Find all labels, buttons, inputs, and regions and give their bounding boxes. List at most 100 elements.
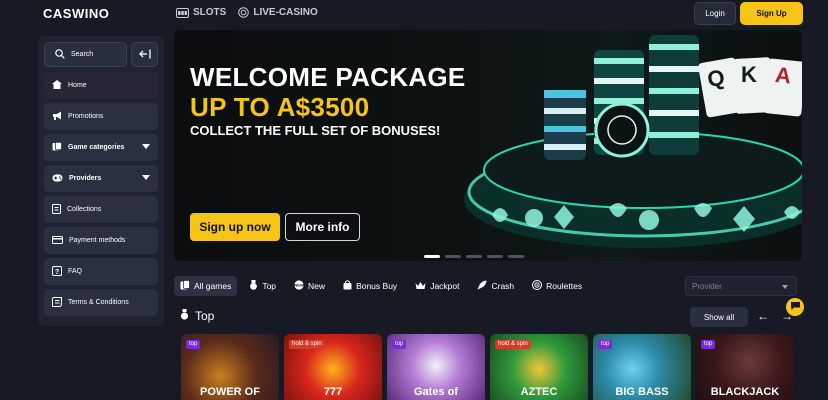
game-card[interactable]: hold & spin 777 [284, 334, 382, 400]
collapse-icon [138, 46, 151, 64]
carousel-dot[interactable] [424, 255, 440, 258]
top-games-row: top POWER OF hold & spin 777 top Gates o… [181, 334, 794, 400]
sidebar-item-label: Providers [69, 175, 102, 182]
top-badge: top [392, 340, 407, 349]
signup-button[interactable]: Sign Up [740, 2, 803, 25]
tab-all-games[interactable]: All games [174, 276, 238, 296]
show-all-button[interactable]: Show all [690, 307, 748, 327]
category-tabs: All games Top NEW New Bonus Buy Jackpot … [174, 276, 588, 296]
sidebar-item-providers[interactable]: Providers [44, 165, 158, 192]
banner-more-info-button[interactable]: More info [285, 213, 360, 241]
tab-label: Jackpot [430, 281, 460, 291]
bag-icon [343, 280, 352, 292]
tab-label: New [308, 281, 326, 291]
new-icon: NEW [294, 280, 304, 292]
site-logo[interactable]: CASWINO [43, 6, 109, 21]
top-badge: top [701, 340, 716, 349]
chevron-down-icon[interactable] [142, 144, 150, 149]
sidebar-item-label: Payment methods [69, 237, 126, 244]
prev-arrow-button[interactable]: ← [757, 309, 769, 323]
home-icon [52, 80, 62, 91]
sidebar-item-label: Collections [67, 206, 102, 213]
chevron-down-icon [782, 285, 788, 289]
medal-icon [180, 309, 189, 323]
sidebar-item-label: FAQ [68, 268, 83, 275]
gamepad-icon [52, 174, 63, 184]
sidebar-menu: Home Promotions Game categories Provider… [44, 72, 158, 320]
tab-label: All games [194, 281, 232, 291]
top-badge: top [186, 340, 201, 349]
nav-slots[interactable]: SLOTS [176, 7, 226, 18]
game-card[interactable]: top Gates of [387, 334, 485, 400]
carousel-dot[interactable] [508, 255, 524, 258]
sidebar-item-faq[interactable]: ? FAQ [44, 258, 158, 285]
question-icon: ? [52, 265, 62, 278]
all-games-icon [180, 280, 190, 292]
game-title: BIG BASS [615, 386, 669, 398]
sidebar-item-game-categories[interactable]: Game categories [44, 134, 158, 161]
carousel-dot[interactable] [445, 255, 461, 258]
tab-bonus-buy[interactable]: Bonus Buy [337, 276, 403, 296]
tab-new[interactable]: NEW New [288, 276, 331, 296]
nav-live-casino[interactable]: LIVE-CASINO [238, 7, 318, 18]
banner-amount: UP TO A$3500 [190, 92, 370, 122]
banner-headline: WELCOME PACKAGE [190, 62, 466, 92]
game-card[interactable]: top BLACKJACK [696, 334, 794, 400]
tab-label: Crash [491, 281, 515, 291]
tab-label: Bonus Buy [356, 281, 398, 291]
top-header: CASWINO SLOTS LIVE-CASINO Login Sign Up [0, 0, 828, 28]
sidebar-item-payment-methods[interactable]: Payment methods [44, 227, 158, 254]
carousel-dot[interactable] [466, 255, 482, 258]
svg-text:?: ? [55, 268, 59, 275]
terms-icon [52, 296, 62, 309]
nav-slots-label: SLOTS [193, 7, 227, 18]
login-button[interactable]: Login [694, 2, 736, 25]
sidebar-item-terms[interactable]: Terms & Conditions [44, 289, 158, 316]
section-title: Top [195, 309, 215, 323]
provider-select[interactable]: Provider [685, 276, 797, 296]
banner-subtitle: COLLECT THE FULL SET OF BONUSES! [190, 123, 441, 138]
sidebar-item-home[interactable]: Home [44, 72, 158, 99]
carousel-dot[interactable] [487, 255, 503, 258]
sidebar-item-collections[interactable]: Collections [44, 196, 158, 223]
sidebar-search[interactable]: Search [44, 42, 127, 67]
search-label: Search [71, 51, 94, 58]
game-title: AZTEC [520, 386, 558, 398]
megaphone-icon [52, 111, 62, 122]
tab-label: Top [262, 281, 277, 291]
sidebar: Search Home Promotions Game categories P… [38, 36, 164, 326]
game-card[interactable]: top BIG BASS [593, 334, 691, 400]
next-arrow-button[interactable]: → [781, 309, 793, 323]
banner-signup-button[interactable]: Sign up now [190, 213, 280, 241]
svg-text:K: K [741, 62, 757, 87]
sidebar-item-label: Game categories [68, 144, 125, 151]
document-icon [52, 203, 61, 216]
game-card[interactable]: top POWER OF [181, 334, 279, 400]
tab-top[interactable]: Top [243, 276, 282, 296]
tab-roulettes[interactable]: Roulettes [526, 276, 588, 296]
hold-spin-badge: hold & spin [495, 340, 531, 349]
game-title: Gates of [413, 386, 458, 398]
game-title: 777 [323, 386, 343, 398]
tab-crash[interactable]: Crash [471, 276, 520, 296]
crown-icon [415, 281, 426, 292]
provider-placeholder: Provider [692, 281, 722, 291]
sidebar-item-label: Promotions [68, 113, 104, 120]
tab-label: Roulettes [546, 281, 583, 291]
tab-jackpot[interactable]: Jackpot [409, 276, 465, 296]
chevron-down-icon[interactable] [142, 175, 150, 180]
search-icon [55, 48, 65, 61]
nav-live-casino-label: LIVE-CASINO [253, 7, 318, 18]
sidebar-item-label: Home [68, 82, 87, 89]
rocket-icon [477, 280, 487, 292]
collapse-sidebar-button[interactable] [131, 42, 158, 67]
sidebar-item-label: Terms & Conditions [68, 299, 129, 306]
game-title: POWER OF [200, 386, 260, 398]
hold-spin-badge: hold & spin [289, 340, 325, 349]
sidebar-item-promotions[interactable]: Promotions [44, 103, 158, 130]
cards-icon [52, 141, 62, 153]
welcome-banner[interactable]: Q K A WELCOME PACKAGE UP TO A$3500 COLLE… [174, 30, 802, 261]
game-card[interactable]: hold & spin AZTEC [490, 334, 588, 400]
top-section-heading: Top [180, 309, 214, 323]
top-nav: SLOTS LIVE-CASINO [176, 7, 318, 18]
